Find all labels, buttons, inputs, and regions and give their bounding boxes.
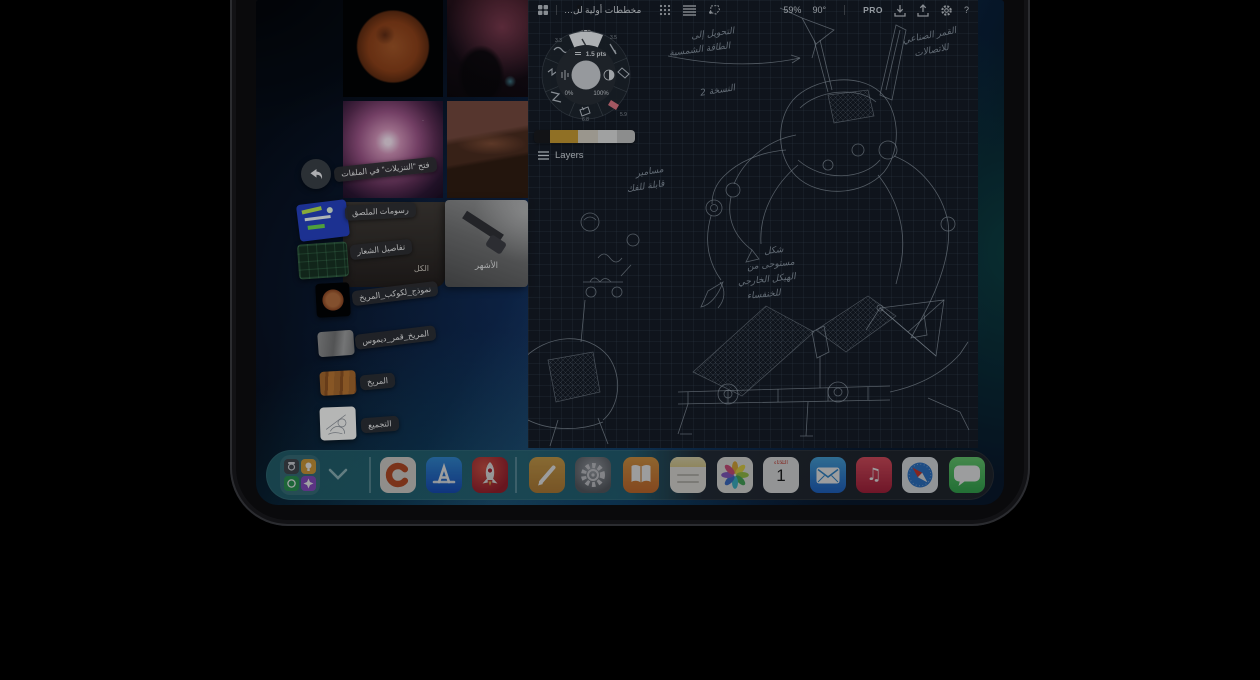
tool-wheel[interactable]: 1.5 (538, 24, 634, 122)
back-button[interactable] (301, 159, 331, 189)
drag-thumb-sticker-sheet[interactable] (296, 199, 350, 242)
import-download-icon[interactable] (894, 4, 906, 17)
rotation-value[interactable]: 90° (812, 5, 826, 15)
tool-size-fill: 6.8 (582, 117, 589, 122)
photo-mars-planet[interactable] (343, 0, 443, 97)
gallery-grid-icon[interactable] (537, 4, 549, 16)
drag-thumb-assembly-sketch[interactable] (319, 406, 356, 440)
opacity-min-label: 0% (565, 91, 574, 97)
tool-size-eraser: 5.9 (620, 112, 627, 118)
dock: الثلاثاء 1 ♫ (266, 450, 994, 500)
swatch-light-gray[interactable] (598, 130, 617, 143)
layers-button[interactable]: Layers (538, 150, 584, 161)
satellite-body-graphic (485, 234, 507, 255)
annotation-version: النسخة 2 (700, 83, 738, 99)
photos-all-label: الكل (414, 264, 429, 273)
calendar-day: 1 (763, 467, 799, 486)
annotation-beetle-line2: مستوحى من (746, 258, 795, 273)
dock-app-books[interactable] (623, 457, 659, 493)
photo-mars-surface[interactable] (447, 101, 528, 198)
mini-app-icon-2 (301, 459, 316, 474)
zoom-level[interactable]: 59% (783, 5, 801, 15)
tool-size-wave: 3.3 (555, 38, 562, 44)
settings-gear-icon[interactable] (940, 4, 953, 17)
annotation-beetle-line1: شكل (764, 245, 785, 257)
pro-badge[interactable]: PRO (863, 5, 883, 15)
photo-orion-nebula[interactable] (343, 101, 443, 198)
dock-app-photos[interactable] (717, 457, 753, 493)
dock-app-calendar[interactable]: الثلاثاء 1 (763, 457, 799, 493)
dock-app-appstore[interactable] (426, 457, 462, 493)
tool-size-pen: 3.5 (610, 35, 617, 41)
sketch-app-window: التحويل إلى الطاقة الشمسية النسخة 2 القم… (528, 0, 978, 448)
annotation-screws-line2: قابلة للفك (626, 179, 666, 195)
dock-chevron-down-icon[interactable] (328, 467, 348, 486)
layers-list-icon (538, 151, 549, 160)
brush-size-readout: 1.5 pts (586, 51, 607, 58)
drag-thumb-mars-texture[interactable] (319, 370, 356, 396)
dock-app-mail[interactable] (810, 457, 846, 493)
dock-divider (369, 457, 371, 493)
drag-thumb-deimos[interactable] (317, 330, 355, 357)
opacity-max-label: 100% (593, 91, 609, 97)
swatch-black[interactable] (534, 130, 550, 143)
annotation-satellite-line1: القمر الصناعي (902, 26, 959, 46)
toolbar-divider (556, 5, 557, 15)
dock-app-rocket[interactable] (472, 457, 508, 493)
dock-divider (515, 457, 517, 493)
mini-app-icon-1 (284, 459, 299, 474)
annotation-screws-line1: مسامير (634, 165, 664, 179)
sketch-toolbar: مخططات أولية لل… 59% 90° PRO (528, 0, 978, 20)
swatch-gray[interactable] (617, 130, 635, 143)
ipad-screen: التحويل إلى الطاقة الشمسية النسخة 2 القم… (256, 0, 1004, 505)
drag-label-mars: المريخ (359, 372, 395, 390)
help-button[interactable]: ? (964, 5, 969, 15)
transform-lasso-icon[interactable] (708, 4, 721, 17)
annotation-beetle-line4: للخنفساء (746, 288, 782, 302)
dock-app-notes[interactable] (670, 457, 706, 493)
ipad-device-frame: التحويل إلى الطاقة الشمسية النسخة 2 القم… (230, 0, 1030, 526)
color-swatch-bar[interactable] (534, 130, 635, 143)
dock-recent-apps-folder[interactable] (280, 455, 320, 495)
photo-horsehead-nebula[interactable] (447, 0, 528, 97)
mini-app-icon-4 (301, 476, 316, 491)
layers-label: Layers (555, 150, 584, 161)
line-guides-icon[interactable] (683, 4, 696, 16)
dots-grid-icon[interactable] (659, 4, 671, 16)
share-export-icon[interactable] (917, 4, 929, 17)
dock-app-music[interactable]: ♫ (856, 457, 892, 493)
drag-thumb-logo-board[interactable] (297, 241, 349, 279)
dock-app-settings[interactable] (575, 457, 611, 493)
drag-label-assembly: التجميع (361, 416, 400, 434)
photos-months-card[interactable]: الأشهر (445, 200, 528, 287)
photos-months-label: الأشهر (445, 260, 528, 271)
drag-thumb-mars-model[interactable] (315, 282, 351, 318)
dock-app-messages[interactable] (949, 457, 985, 493)
swatch-beige-selected[interactable] (578, 130, 598, 143)
dock-app-linea-sketch[interactable] (529, 457, 565, 493)
toolbar-divider (844, 5, 845, 15)
selected-swatch-dot (577, 5, 581, 9)
reply-arrow-icon (308, 166, 324, 182)
dock-app-safari[interactable] (902, 457, 938, 493)
annotation-solar-line2: الطاقة الشمسية (669, 41, 733, 59)
mini-app-icon-3 (284, 476, 299, 491)
document-title[interactable]: مخططات أولية لل… (564, 5, 641, 16)
annotation-solar-line1: التحويل إلى (691, 26, 737, 41)
annotation-beetle-line3: الهيكل الخارجي (737, 272, 797, 288)
annotation-satellite-line2: للاتصالات (914, 43, 951, 60)
dock-app-paint-c[interactable] (380, 457, 416, 493)
wheel-center-knob[interactable] (572, 61, 601, 90)
swatch-gold[interactable] (550, 130, 578, 143)
page-background: التحويل إلى الطاقة الشمسية النسخة 2 القم… (0, 0, 1260, 680)
